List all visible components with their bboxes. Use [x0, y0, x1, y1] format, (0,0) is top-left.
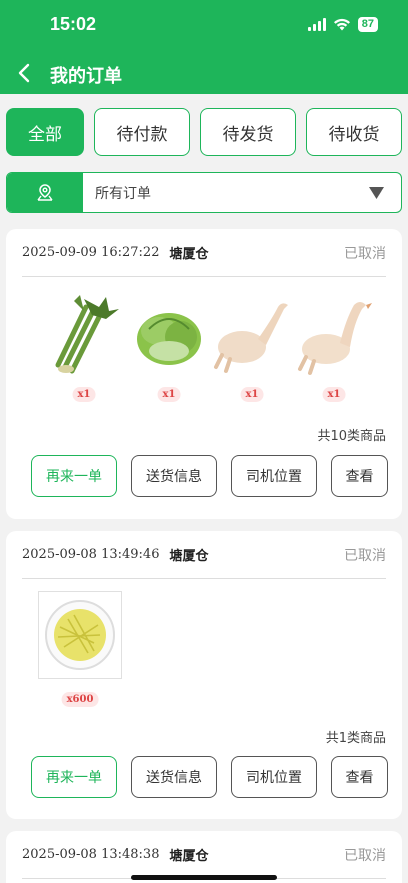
- order-warehouse: 塘厦仓: [169, 247, 209, 262]
- product-item[interactable]: x1: [212, 289, 292, 409]
- delivery-info-button[interactable]: 送货信息: [131, 455, 217, 497]
- delivery-info-button[interactable]: 送货信息: [131, 756, 217, 798]
- asparagus-lettuce-image: [55, 295, 119, 374]
- reorder-button[interactable]: 再来一单: [31, 756, 117, 798]
- product-item[interactable]: x600: [38, 591, 122, 711]
- signal-icon: [307, 18, 326, 31]
- item-quantity-badge: x1: [72, 387, 96, 402]
- order-card-header: 2025-09-09 16:27:22 塘厦仓 已取消: [22, 229, 386, 277]
- order-date: 2025-09-09 16:27:22: [22, 245, 160, 260]
- wifi-icon: [333, 18, 350, 31]
- tab-pending-receipt[interactable]: 待收货: [306, 108, 402, 156]
- app-header: 15:02 87 我的订单: [0, 0, 408, 94]
- reorder-button[interactable]: 再来一单: [31, 455, 117, 497]
- order-date: 2025-09-08 13:49:46: [22, 547, 160, 562]
- filter-icon-box: [7, 173, 83, 212]
- dropdown-triangle-icon: [369, 186, 384, 199]
- back-arrow-icon[interactable]: [14, 62, 36, 84]
- home-indicator: [131, 875, 277, 880]
- order-status: 已取消: [344, 547, 386, 564]
- order-status: 已取消: [344, 847, 386, 864]
- item-category-count: 共1类商品: [325, 731, 386, 746]
- driver-location-button[interactable]: 司机位置: [231, 756, 317, 798]
- item-quantity-badge: x1: [157, 387, 181, 402]
- order-filter-dropdown[interactable]: 所有订单: [6, 172, 402, 213]
- lettuce-image: [137, 313, 201, 365]
- order-date: 2025-09-08 13:48:38: [22, 847, 160, 862]
- item-quantity-badge: x1: [322, 387, 346, 402]
- driver-location-button[interactable]: 司机位置: [231, 455, 317, 497]
- status-icons: 87: [307, 17, 378, 32]
- order-status: 已取消: [344, 245, 386, 262]
- battery-indicator: 87: [357, 17, 378, 32]
- nav-bar: 我的订单: [0, 50, 408, 94]
- order-actions: 再来一单 送货信息 司机位置 查看: [31, 756, 388, 798]
- order-warehouse: 塘厦仓: [169, 849, 209, 864]
- filter-selected-value: 所有订单: [95, 185, 151, 202]
- view-order-button[interactable]: 查看: [331, 756, 388, 798]
- product-item[interactable]: x1: [129, 289, 209, 409]
- item-category-count: 共10类商品: [317, 429, 386, 444]
- order-warehouse: 塘厦仓: [169, 549, 209, 564]
- status-time: 15:02: [50, 14, 97, 34]
- order-product-list: x1 x1 x1 x1: [36, 289, 386, 409]
- order-card: 2025-09-08 13:49:46 塘厦仓 已取消 x600 共1类商品 再…: [6, 531, 402, 819]
- product-item[interactable]: x1: [294, 289, 374, 409]
- shredded-potato-image: [38, 591, 122, 679]
- page-title: 我的订单: [50, 66, 122, 87]
- map-pin-icon: [37, 183, 53, 201]
- order-card-header: 2025-09-08 13:49:46 塘厦仓 已取消: [22, 531, 386, 579]
- order-card-header: 2025-09-08 13:48:38 塘厦仓 已取消: [22, 831, 386, 879]
- tab-pending-shipment[interactable]: 待发货: [200, 108, 296, 156]
- order-product-list: x600: [36, 591, 386, 711]
- item-quantity-badge: x1: [240, 387, 264, 402]
- tab-pending-payment[interactable]: 待付款: [94, 108, 190, 156]
- whole-duck-image: [214, 303, 288, 373]
- order-card: 2025-09-09 16:27:22 塘厦仓 已取消 x1 x1 x1 x1 …: [6, 229, 402, 519]
- tab-all[interactable]: 全部: [6, 108, 84, 156]
- product-item[interactable]: x1: [44, 289, 124, 409]
- status-bar: 15:02 87: [0, 0, 408, 50]
- order-actions: 再来一单 送货信息 司机位置 查看: [31, 455, 388, 497]
- view-order-button[interactable]: 查看: [331, 455, 388, 497]
- whole-goose-image: [298, 302, 372, 375]
- order-status-tabs: 全部 待付款 待发货 待收货: [6, 108, 402, 156]
- item-quantity-badge: x600: [61, 692, 99, 707]
